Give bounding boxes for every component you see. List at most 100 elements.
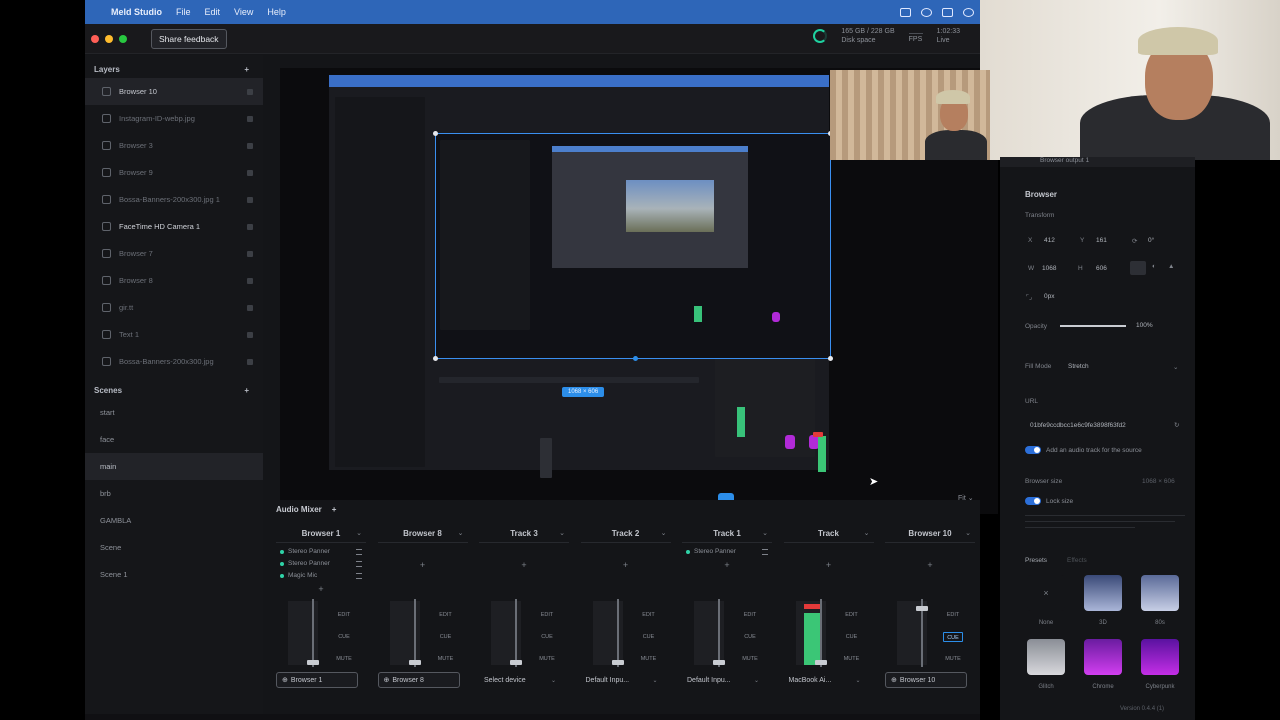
- preset-tile[interactable]: [1084, 575, 1122, 611]
- preset-tile[interactable]: ×: [1027, 575, 1065, 611]
- cue-button[interactable]: CUE: [842, 632, 862, 642]
- volume-fader[interactable]: [718, 599, 720, 667]
- add-effect-button[interactable]: +: [479, 560, 569, 570]
- resize-handle-bottom[interactable]: [633, 356, 638, 361]
- mute-button[interactable]: MUTE: [436, 654, 456, 664]
- add-effect-button[interactable]: +: [784, 560, 874, 570]
- resize-handle-tl[interactable]: [433, 131, 438, 136]
- opacity-slider[interactable]: [1060, 325, 1126, 327]
- chevron-down-icon[interactable]: ⌄: [762, 529, 768, 537]
- add-layer-button[interactable]: +: [244, 65, 249, 74]
- preset-tile[interactable]: [1141, 575, 1179, 611]
- scene-item[interactable]: Scene: [85, 534, 263, 561]
- add-effect-button[interactable]: +: [378, 560, 468, 570]
- fill-mode-select[interactable]: Stretch: [1068, 363, 1089, 370]
- cue-button[interactable]: CUE: [537, 632, 557, 642]
- zoom-window-button[interactable]: [119, 34, 127, 43]
- visibility-icon[interactable]: [247, 223, 253, 230]
- cue-button[interactable]: CUE: [740, 632, 760, 642]
- selected-browser-source[interactable]: [433, 131, 833, 361]
- volume-fader[interactable]: [515, 599, 517, 667]
- menu-file[interactable]: File: [176, 7, 191, 17]
- layer-item[interactable]: Browser 8: [85, 267, 263, 294]
- layer-item[interactable]: Bossa-Banners-200x300.jpg 1: [85, 186, 263, 213]
- add-scene-button[interactable]: +: [244, 386, 249, 395]
- volume-fader[interactable]: [616, 599, 619, 667]
- flip-vertical-icon[interactable]: ▲: [1168, 263, 1174, 270]
- resize-handle-br[interactable]: [828, 356, 833, 361]
- edit-button[interactable]: EDIT: [537, 610, 557, 620]
- mute-button[interactable]: MUTE: [740, 654, 760, 664]
- fader-knob[interactable]: [814, 660, 827, 665]
- mute-button[interactable]: MUTE: [537, 654, 557, 664]
- preset-tile[interactable]: [1141, 639, 1179, 675]
- layer-item[interactable]: FaceTime HD Camera 1: [85, 213, 263, 240]
- url-input[interactable]: 01bfe9ccdbcc1e6c9fe3898f63fd2: [1030, 422, 1170, 429]
- refresh-icon[interactable]: ↻: [1174, 421, 1179, 429]
- edit-button[interactable]: EDIT: [436, 610, 456, 620]
- effect-item[interactable]: Magic Mic: [280, 572, 362, 579]
- visibility-icon[interactable]: [247, 115, 253, 122]
- scene-item[interactable]: GAMBLA: [85, 507, 263, 534]
- effect-settings-icon[interactable]: [762, 548, 768, 555]
- visibility-icon[interactable]: [247, 358, 253, 365]
- layer-item[interactable]: Browser 9: [85, 159, 263, 186]
- scene-item[interactable]: main: [85, 453, 263, 480]
- device-select[interactable]: MacBook Ai... ⌄: [784, 672, 866, 688]
- edit-button[interactable]: EDIT: [943, 610, 963, 620]
- minimize-window-button[interactable]: [105, 34, 113, 43]
- mute-button[interactable]: MUTE: [639, 654, 659, 664]
- fader-knob[interactable]: [408, 660, 421, 665]
- menu-help[interactable]: Help: [267, 7, 286, 17]
- lock-size-toggle[interactable]: [1025, 497, 1041, 505]
- layer-item[interactable]: Bossa-Banners-200x300.jpg: [85, 348, 263, 375]
- add-effect-button[interactable]: +: [885, 560, 975, 570]
- chevron-down-icon[interactable]: ⌄: [458, 529, 464, 537]
- mute-button[interactable]: MUTE: [334, 654, 354, 664]
- device-select[interactable]: ⊕ Browser 8: [377, 672, 460, 688]
- cue-button[interactable]: CUE: [334, 632, 354, 642]
- visibility-icon[interactable]: [247, 169, 253, 176]
- device-select[interactable]: ⊕ Browser 1: [276, 672, 358, 688]
- add-effect-button[interactable]: +: [581, 560, 671, 570]
- visibility-icon[interactable]: [247, 277, 253, 284]
- edit-button[interactable]: EDIT: [639, 610, 659, 620]
- scene-item[interactable]: brb: [85, 480, 263, 507]
- preset-tile[interactable]: [1027, 639, 1065, 675]
- audio-track-toggle[interactable]: [1025, 446, 1041, 454]
- layer-item[interactable]: Browser 7: [85, 240, 263, 267]
- volume-fader[interactable]: [413, 599, 416, 667]
- x-input[interactable]: 412: [1044, 237, 1055, 244]
- visibility-icon[interactable]: [247, 142, 253, 149]
- fader-knob[interactable]: [713, 660, 725, 665]
- chevron-down-icon[interactable]: ⌄: [661, 529, 667, 537]
- y-input[interactable]: 161: [1096, 237, 1107, 244]
- scene-item[interactable]: start: [85, 399, 263, 426]
- fader-knob[interactable]: [611, 660, 624, 665]
- scene-item[interactable]: face: [85, 426, 263, 453]
- close-window-button[interactable]: [91, 34, 99, 43]
- chevron-down-icon[interactable]: ⌄: [965, 529, 971, 537]
- menu-edit[interactable]: Edit: [205, 7, 221, 17]
- mute-button[interactable]: MUTE: [842, 654, 862, 664]
- layer-item[interactable]: gir.tt: [85, 294, 263, 321]
- chevron-down-icon[interactable]: ⌄: [356, 529, 362, 537]
- effect-item[interactable]: Stereo Panner: [686, 548, 768, 555]
- preset-tile[interactable]: [1084, 639, 1122, 675]
- resize-handle-bl[interactable]: [433, 356, 438, 361]
- share-feedback-button[interactable]: Share feedback: [151, 28, 227, 49]
- fader-knob[interactable]: [307, 660, 319, 665]
- fader-knob[interactable]: [916, 606, 928, 611]
- edit-button[interactable]: EDIT: [842, 610, 862, 620]
- layer-item[interactable]: Instagram-ID-webp.jpg: [85, 105, 263, 132]
- add-effect-button[interactable]: +: [276, 584, 366, 594]
- effects-tab[interactable]: Effects: [1067, 557, 1087, 564]
- presets-tab[interactable]: Presets: [1025, 557, 1047, 564]
- height-input[interactable]: 606: [1096, 265, 1107, 272]
- effect-item[interactable]: Stereo Panner: [280, 560, 362, 567]
- device-select[interactable]: Default Inpu... ⌄: [682, 672, 764, 688]
- add-track-button[interactable]: +: [332, 505, 337, 514]
- flip-horizontal-icon[interactable]: ◐: [1152, 263, 1156, 270]
- mute-button[interactable]: MUTE: [943, 654, 963, 664]
- device-select[interactable]: Default Inpu... ⌄: [581, 672, 663, 688]
